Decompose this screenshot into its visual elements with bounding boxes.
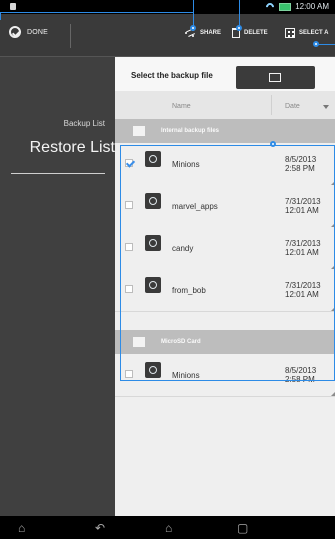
restore-list-tab[interactable]: Restore List (0, 139, 115, 157)
status-indicators: 12:00 AM (265, 2, 329, 11)
group-label: Internal backup files (161, 128, 220, 134)
navigation-bar: ⌂ ↶ ⌂ ▢ (0, 516, 335, 539)
backup-selector-bar: Select the backup file (115, 57, 335, 91)
action-divider (70, 24, 71, 48)
back-icon[interactable]: ↶ (95, 521, 105, 535)
backup-list-tab[interactable]: Backup List (64, 119, 105, 128)
date-column-header[interactable]: Date (285, 103, 300, 110)
callout-dot-select (313, 41, 319, 47)
select-all-label: SELECT A (299, 30, 329, 36)
callout-dot-delete (236, 25, 242, 31)
folder-icon (269, 73, 281, 82)
callout-dot-share (190, 25, 196, 31)
clock-time: 12:00 AM (295, 2, 329, 11)
delete-label: DELETE (244, 30, 268, 36)
callout-line-share (193, 0, 194, 28)
column-divider (271, 95, 272, 115)
table-header: Name Date (115, 91, 335, 120)
checkmark-circle-icon (9, 26, 21, 38)
battery-icon (279, 2, 292, 11)
done-button[interactable]: DONE (9, 26, 48, 38)
folder-icon (133, 126, 145, 136)
action-bar: DONE SHARE DELETE SELECT A (0, 14, 335, 57)
callout-line-delete (239, 0, 240, 28)
row-corner-icon (331, 392, 335, 396)
select-all-icon (285, 28, 295, 38)
internal-backup-group: Internal backup files (115, 119, 335, 143)
share-label: SHARE (200, 30, 222, 36)
home-icon[interactable]: ⌂ (18, 521, 25, 535)
selection-outline (120, 141, 335, 381)
name-column-header[interactable]: Name (172, 103, 191, 110)
recent-apps-icon[interactable]: ▢ (237, 521, 248, 535)
home-screen-icon[interactable]: ⌂ (165, 521, 172, 535)
wifi-icon (265, 3, 275, 11)
backup-prompt: Select the backup file (131, 71, 213, 80)
active-tab-underline (11, 173, 105, 174)
notification-icon (10, 3, 16, 10)
select-backup-file-button[interactable] (236, 66, 315, 89)
sort-arrow-icon[interactable] (323, 105, 329, 109)
select-all-button[interactable]: SELECT A (285, 28, 328, 38)
callout-line-left (0, 12, 1, 20)
done-label: DONE (27, 28, 49, 36)
callout-line-top (0, 12, 194, 13)
sidebar: Backup List Restore List (0, 57, 115, 516)
